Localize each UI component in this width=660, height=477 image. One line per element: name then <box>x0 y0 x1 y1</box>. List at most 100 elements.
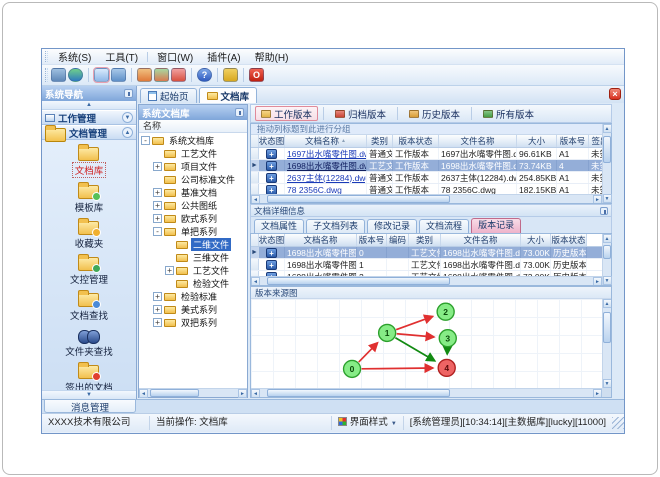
tree-node[interactable]: + 双把系列 <box>139 316 247 329</box>
chevron-icon[interactable]: ▼ <box>122 112 133 123</box>
versions-grid-hscrollbar[interactable]: ◄ ► <box>251 276 602 285</box>
column-header[interactable]: 文件名称 <box>439 135 517 147</box>
version-node-4[interactable]: 4 <box>437 358 456 378</box>
column-header[interactable]: 版本状态 <box>551 234 587 246</box>
table-row[interactable]: +2637主体(12284).dwg普通文档工作版本2637主体(12284).… <box>251 172 602 184</box>
expand-icon[interactable]: + <box>153 318 162 327</box>
expand-icon[interactable]: + <box>165 266 174 275</box>
scroll-right-arrow[interactable]: ► <box>593 194 602 203</box>
history-version-button[interactable]: 历史版本 <box>403 106 466 121</box>
sidebar-scroll-up[interactable]: ▲ <box>42 101 136 110</box>
scroll-thumb[interactable] <box>603 244 611 260</box>
pin-icon[interactable] <box>235 108 244 117</box>
client-display-icon[interactable] <box>51 68 66 82</box>
menu-item[interactable]: 系统(S) <box>51 48 98 65</box>
menu-item[interactable]: 工具(T) <box>98 48 145 65</box>
tree-node[interactable]: + 基准文档 <box>139 186 247 199</box>
scroll-left-arrow[interactable]: ◄ <box>139 388 148 398</box>
column-header[interactable]: 文档名称 <box>285 234 357 246</box>
menu-item[interactable]: 帮助(H) <box>248 48 296 65</box>
scroll-right-arrow[interactable]: ► <box>238 388 247 398</box>
versions-grid-vscrollbar[interactable]: ▲ ▼ <box>602 234 612 285</box>
expand-icon[interactable]: + <box>153 188 162 197</box>
mail-delete-icon[interactable] <box>171 68 186 82</box>
column-header[interactable]: 大小 <box>517 135 557 147</box>
scroll-down-arrow[interactable]: ▼ <box>602 379 611 388</box>
document-link[interactable]: 1697出水嘴零件图.dwg <box>287 148 366 159</box>
version-node-0[interactable]: 0 <box>342 359 362 379</box>
document-link[interactable]: 1698出水嘴零件图.dwg <box>287 160 366 171</box>
mail-receive-icon[interactable] <box>154 68 169 82</box>
globe-icon[interactable] <box>68 68 83 82</box>
expand-icon[interactable]: + <box>153 305 162 314</box>
sidebar-item-doc-control-folder-icon[interactable]: 文控管理 <box>68 253 110 286</box>
scroll-track[interactable] <box>603 308 611 379</box>
all-versions-button[interactable]: 所有版本 <box>477 106 540 121</box>
column-header[interactable]: 文件名称 <box>441 234 521 246</box>
scroll-thumb[interactable] <box>149 389 200 397</box>
tab-message-management[interactable]: 消息管理 <box>44 400 136 414</box>
toolbar-grip[interactable] <box>45 68 48 82</box>
menu-item[interactable]: 插件(A) <box>200 48 247 65</box>
details-tab[interactable]: 修改记录 <box>367 219 418 233</box>
version-node-1[interactable]: 1 <box>377 323 397 343</box>
column-header[interactable]: 类别 <box>409 234 441 246</box>
tree-node[interactable]: 二维文件 <box>139 238 247 251</box>
tree-node[interactable]: + 公共图纸 <box>139 199 247 212</box>
graph-vscrollbar[interactable]: ▲ ▼ <box>602 299 611 388</box>
scroll-left-arrow[interactable]: ◄ <box>251 276 260 285</box>
documents-grid-hscrollbar[interactable]: ◄ ► <box>251 194 602 203</box>
document-link[interactable]: 78 2356C.dwg <box>287 185 342 195</box>
sidebar-item-favorites-folder-icon[interactable]: 收藏夹 <box>73 217 106 250</box>
scroll-right-arrow[interactable]: ► <box>593 388 602 397</box>
sidebar-item-library-folder-icon[interactable]: 文档库 <box>71 143 107 178</box>
tree-node[interactable]: 工艺文件 <box>139 147 247 160</box>
menu-grip[interactable] <box>45 51 48 62</box>
collapse-icon[interactable]: - <box>153 227 162 236</box>
tree-node[interactable]: + 美式系列 <box>139 303 247 316</box>
column-header[interactable]: 大小 <box>521 234 551 246</box>
document-link[interactable]: 2637主体(12284).dwg <box>287 172 366 183</box>
sidebar-group-doc-management[interactable]: 文档管理 ▲ <box>42 124 136 142</box>
sidebar-item-folder-search-binoculars-icon[interactable]: 文件夹查找 <box>63 325 115 358</box>
scroll-up-arrow[interactable]: ▲ <box>602 124 612 133</box>
scroll-track[interactable] <box>260 277 593 285</box>
scroll-track[interactable] <box>148 389 238 397</box>
tree-node[interactable]: + 项目文件 <box>139 160 247 173</box>
tree-column-header[interactable]: 名称 <box>139 120 247 133</box>
scroll-down-arrow[interactable]: ▼ <box>602 276 612 285</box>
table-row[interactable]: ►+1698出水嘴零件图.dwg0工艺文件1698出水嘴零件图.dwg73.00… <box>251 247 602 259</box>
lock-icon[interactable] <box>223 68 238 82</box>
scroll-up-arrow[interactable]: ▲ <box>602 299 611 308</box>
scroll-track[interactable] <box>260 389 593 397</box>
sidebar-group-work-management[interactable]: 工作管理 ▼ <box>42 110 136 125</box>
chevron-icon[interactable]: ▲ <box>122 127 133 138</box>
open-library-icon[interactable] <box>93 67 110 83</box>
expand-icon[interactable]: + <box>153 292 162 301</box>
work-version-button[interactable]: 工作版本 <box>255 106 319 121</box>
table-row[interactable]: ►+1698出水嘴零件图.dwg工艺文件工作版本1698出水嘴零件图.dwg73… <box>251 160 602 172</box>
tree-node[interactable]: + 欧式系列 <box>139 212 247 225</box>
resize-grip-icon[interactable] <box>612 417 624 429</box>
version-graph[interactable]: 0 1 2 3 4 <box>251 299 602 388</box>
sidebar-item-doc-search-icon[interactable]: 文档查找 <box>68 289 110 322</box>
expand-icon[interactable]: + <box>153 162 162 171</box>
pin-icon[interactable] <box>124 89 133 98</box>
menu-item[interactable]: 窗口(W) <box>150 48 200 65</box>
details-tab[interactable]: 文档属性 <box>254 219 305 233</box>
archive-version-button[interactable]: 归档版本 <box>329 106 392 121</box>
column-header[interactable]: 状态图 <box>259 234 285 246</box>
column-header[interactable]: 状态图 <box>259 135 285 147</box>
ui-style-selector[interactable]: 界面样式 ▼ <box>332 416 404 430</box>
column-header[interactable]: 类别 <box>367 135 393 147</box>
sidebar-item-checked-out-docs-icon[interactable]: 签出的文档 <box>63 361 115 390</box>
tree-node[interactable]: - 系统文档库 <box>139 134 247 147</box>
sidebar-scroll-down[interactable]: ▼ <box>42 390 136 399</box>
scroll-up-arrow[interactable]: ▲ <box>602 234 612 243</box>
tree-node[interactable]: 三维文件 <box>139 251 247 264</box>
scroll-thumb[interactable] <box>266 389 450 397</box>
table-row[interactable]: +1697出水嘴零件图.dwg普通文档工作版本1697出水嘴零件图.dwg96.… <box>251 148 602 160</box>
help-icon[interactable]: ? <box>197 68 212 82</box>
collapse-icon[interactable]: - <box>141 136 150 145</box>
scroll-thumb[interactable] <box>266 195 450 203</box>
